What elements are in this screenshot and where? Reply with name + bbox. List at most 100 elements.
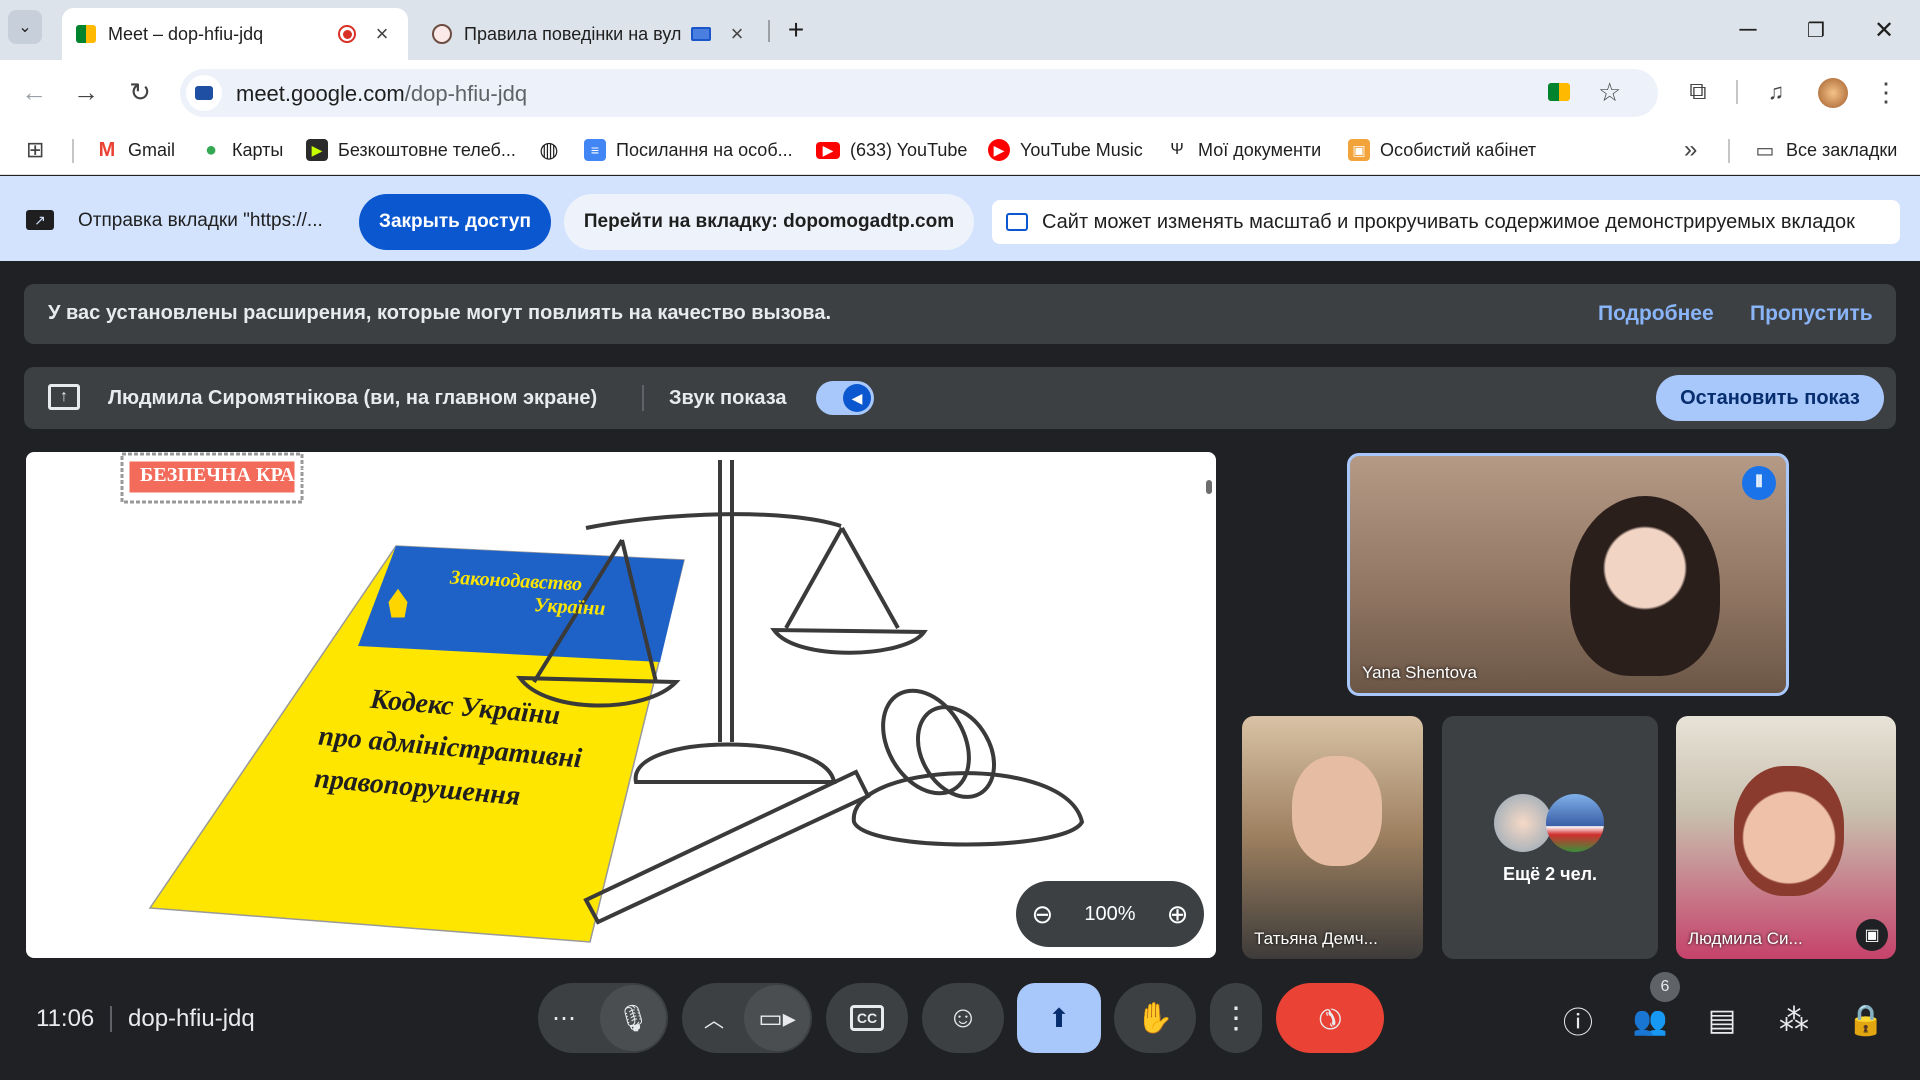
chat-icon[interactable]: ▤: [1700, 998, 1744, 1042]
profile-avatar[interactable]: [1818, 78, 1848, 108]
screen-share-icon: [691, 27, 711, 41]
captions-icon: CC: [849, 1005, 885, 1031]
cabinet-icon: ▣: [1348, 139, 1370, 161]
shared-screen[interactable]: БЕЗПЕЧНА КРАЇНА Законодавство України Ко…: [26, 452, 1216, 958]
more-options-button[interactable]: ⋮: [1210, 983, 1262, 1053]
bookmarks-divider: [1728, 139, 1730, 163]
new-tab-button[interactable]: +: [778, 12, 814, 48]
apps-grid-icon[interactable]: ⊞: [26, 137, 44, 163]
bottom-divider: [110, 1006, 112, 1032]
more-participants-label: Ещё 2 чел.: [1502, 864, 1598, 884]
tab-strip: ⌄ Meet – dop-hfiu-jdq × Правила поведінк…: [0, 0, 1920, 60]
tab-share-infobar: ↗ Отправка вкладки "https://... Закрыть …: [0, 176, 1920, 261]
zoom-out-icon[interactable]: ⊖: [1032, 899, 1054, 930]
globe-icon: ◍: [539, 137, 559, 162]
people-count-badge: 6: [1650, 972, 1680, 1002]
more-participants-tile[interactable]: Ещё 2 чел.: [1442, 716, 1658, 959]
site-info-icon[interactable]: [186, 75, 222, 111]
more-bookmarks-icon[interactable]: »: [1684, 136, 1697, 163]
camera-icon[interactable]: ▭▸: [744, 985, 810, 1051]
participant-video: [1570, 496, 1720, 676]
reactions-button[interactable]: ☺: [922, 983, 1004, 1053]
reload-button[interactable]: ↻: [120, 72, 160, 112]
bookmark-star-icon[interactable]: ☆: [1598, 77, 1621, 108]
bookmarks-bar: ⊞ M Gmail ● Карты ▶ Безкоштовне телеб... ◍ …: [0, 125, 1920, 175]
trident-icon: Ψ: [1170, 141, 1184, 158]
bookmark-my-documents[interactable]: Ψ Мої документи: [1166, 137, 1321, 163]
bookmark-label: Посилання на особ...: [616, 139, 793, 160]
zoom-in-icon[interactable]: ⊕: [1167, 899, 1189, 930]
tab-divider: [768, 20, 770, 42]
menu-kebab-icon[interactable]: ⋮: [1866, 72, 1906, 112]
back-button[interactable]: ←: [14, 72, 54, 112]
skip-link[interactable]: Пропустить: [1750, 302, 1873, 326]
tv-icon: ▶: [306, 139, 328, 161]
presentation-audio-toggle[interactable]: ◀: [816, 381, 874, 415]
pip-icon[interactable]: ▣: [1856, 919, 1888, 951]
bookmark-maps[interactable]: ● Карты: [200, 137, 283, 163]
captions-button[interactable]: CC: [826, 983, 908, 1053]
scroll-permission-text: Сайт может изменять масштаб и прокручива…: [1042, 210, 1855, 233]
participant-tile-self[interactable]: ▣ Людмила Си...: [1676, 716, 1896, 959]
people-icon[interactable]: 👥 6: [1628, 972, 1680, 1042]
tab-meet[interactable]: Meet – dop-hfiu-jdq ×: [62, 8, 408, 60]
bookmark-cabinet[interactable]: ▣ Особистий кабінет: [1348, 137, 1536, 163]
toolbar-divider: [1736, 80, 1738, 104]
minimize-button[interactable]: ─: [1728, 12, 1768, 48]
participant-tile-speaker[interactable]: ⦀ Yana Shentova: [1347, 453, 1789, 696]
activities-icon[interactable]: ⁂: [1772, 998, 1816, 1042]
window-close-button[interactable]: ✕: [1864, 12, 1904, 48]
address-bar[interactable]: meet.google.com/dop-hfiu-jdq ☆: [180, 69, 1658, 117]
bookmark-youtube-music[interactable]: ▶ YouTube Music: [988, 137, 1143, 163]
bookmark-tv[interactable]: ▶ Безкоштовне телеб...: [306, 137, 516, 163]
learn-more-link[interactable]: Подробнее: [1598, 302, 1714, 326]
url-path: /dop-hfiu-jdq: [404, 81, 528, 106]
sharing-status-text: Отправка вкладки "https://...: [78, 210, 323, 231]
bookmark-gmail[interactable]: M Gmail: [96, 137, 175, 163]
meeting-info-icon[interactable]: ⓘ: [1556, 998, 1600, 1042]
close-icon[interactable]: ×: [725, 21, 749, 47]
extensions-icon[interactable]: ⧉: [1678, 72, 1718, 112]
banner-divider: [642, 385, 644, 411]
close-icon[interactable]: ×: [370, 21, 394, 47]
participant-tile[interactable]: Татьяна Демч...: [1242, 716, 1423, 959]
bookmark-youtube[interactable]: ▶ (633) YouTube: [816, 137, 967, 163]
stop-access-button[interactable]: Закрыть доступ: [359, 194, 551, 250]
audio-options-icon[interactable]: ⋯: [552, 1004, 576, 1033]
forward-button[interactable]: →: [66, 72, 106, 112]
site-icon: [432, 24, 452, 44]
presentation-banner: ↑ Людмила Сиромятнікова (ви, на главном …: [24, 367, 1896, 429]
bookmark-label: Gmail: [128, 139, 176, 160]
maps-pin-icon: ●: [204, 138, 218, 161]
tab-search-button[interactable]: ⌄: [8, 10, 42, 44]
media-control-icon[interactable]: ♫: [1756, 72, 1796, 112]
host-controls-icon[interactable]: 🔒: [1844, 998, 1888, 1042]
participant-avatar: [1546, 794, 1604, 852]
zoom-level: 100%: [1084, 902, 1136, 925]
chevron-up-icon[interactable]: ︿: [704, 1004, 724, 1033]
leave-call-button[interactable]: ✆: [1276, 983, 1384, 1053]
tab-title: Правила поведінки на вул: [464, 23, 682, 44]
scroll-permission-info: Сайт может изменять масштаб и прокручива…: [992, 200, 1900, 244]
bookmark-label: Особистий кабінет: [1380, 139, 1537, 160]
participant-name: Людмила Си...: [1688, 929, 1803, 948]
restore-button[interactable]: ❐: [1796, 12, 1836, 48]
goto-tab-button[interactable]: Перейти на вкладку: dopomogadtp.com: [564, 194, 974, 250]
bookmark-globe[interactable]: ◍: [538, 137, 570, 163]
docs-icon: ≡: [584, 139, 606, 161]
bookmark-links[interactable]: ≡ Посилання на особ...: [584, 137, 793, 163]
bookmark-label: (633) YouTube: [850, 139, 968, 160]
menu-kebab-icon: ⋮: [1221, 1001, 1251, 1035]
bookmark-label: Карты: [232, 139, 284, 160]
present-screen-icon: ↑: [48, 384, 80, 410]
stop-presenting-button[interactable]: Остановить показ: [1656, 375, 1884, 421]
microphone-icon[interactable]: 🎙: [600, 985, 666, 1051]
present-button[interactable]: ⬆: [1017, 983, 1101, 1053]
emoji-icon: ☺: [947, 1001, 979, 1034]
meet-pip-icon[interactable]: [1548, 83, 1570, 101]
bookmark-label: YouTube Music: [1020, 139, 1143, 160]
all-bookmarks[interactable]: ▭ Все закладки: [1754, 137, 1898, 163]
raise-hand-button[interactable]: ✋: [1114, 983, 1196, 1053]
folder-icon: ▭: [1755, 139, 1775, 162]
tab-pravyla[interactable]: Правила поведінки на вул ×: [418, 8, 763, 60]
